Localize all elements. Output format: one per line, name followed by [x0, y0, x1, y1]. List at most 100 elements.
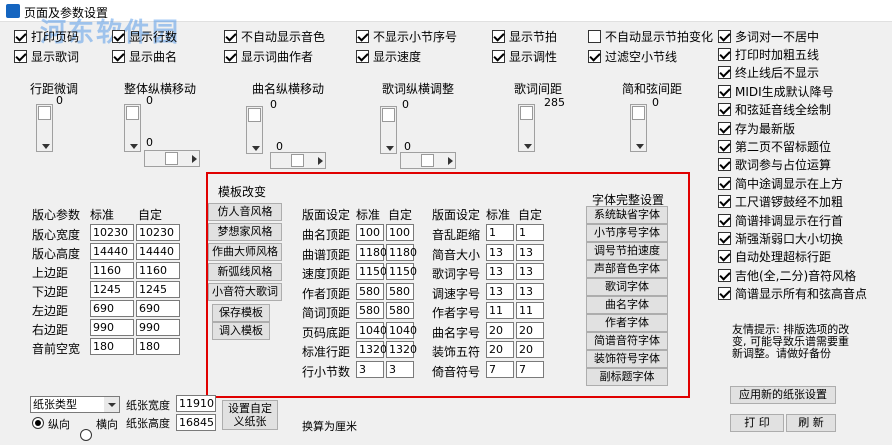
checkbox[interactable] [718, 213, 731, 227]
right-checkbox-item[interactable]: 存为最新版 [718, 120, 795, 136]
std-value-input[interactable]: 1040 [356, 321, 387, 339]
template-style-button[interactable]: 新弧线风格 [208, 263, 282, 281]
print-button[interactable]: 打 印 [730, 414, 784, 432]
chord-gap-scroll[interactable] [630, 104, 647, 152]
checkbox[interactable] [718, 268, 731, 282]
top-checkbox-item[interactable]: 显示节拍 [492, 28, 557, 44]
custom-value-input[interactable]: 1040 [386, 321, 417, 339]
checkbox[interactable] [356, 49, 369, 63]
save-template-button[interactable]: 保存模板 [212, 304, 270, 322]
std-value-input[interactable]: 7 [486, 360, 514, 378]
checkbox[interactable] [718, 231, 731, 245]
std-value-input[interactable]: 580 [356, 302, 384, 319]
std-value-input[interactable]: 1150 [356, 263, 387, 280]
checkbox[interactable] [588, 29, 601, 43]
apply-paper-button[interactable]: 应用新的纸张设置 [730, 386, 836, 404]
font-setting-button[interactable]: 系统缺省字体 [586, 206, 668, 224]
custom-value-input[interactable]: 580 [386, 282, 414, 300]
checkbox[interactable] [492, 49, 505, 63]
custom-value-input[interactable]: 13 [516, 243, 544, 261]
std-value-input[interactable]: 990 [90, 319, 134, 336]
checkbox[interactable] [718, 250, 731, 264]
template-style-button[interactable]: 作曲大师风格 [208, 243, 282, 261]
custom-value-input[interactable]: 13 [516, 263, 544, 280]
right-checkbox-item[interactable]: 自动处理超标行距 [718, 249, 831, 265]
custom-paper-button[interactable]: 设置自定义纸张 [222, 400, 278, 430]
checkbox[interactable] [718, 121, 731, 135]
custom-value-input[interactable]: 990 [136, 319, 180, 336]
font-setting-button[interactable]: 简谱音符字体 [586, 332, 668, 350]
std-value-input[interactable]: 1245 [90, 281, 134, 298]
font-setting-button[interactable]: 调号节拍速度 [586, 242, 668, 260]
custom-value-input[interactable]: 3 [386, 360, 414, 378]
custom-value-input[interactable]: 580 [386, 302, 414, 319]
paper-height-input[interactable]: 16845 [176, 414, 216, 431]
std-value-input[interactable]: 180 [90, 338, 134, 355]
portrait-radio[interactable] [32, 417, 44, 429]
std-value-input[interactable]: 14440 [90, 243, 134, 260]
template-style-button[interactable]: 小音符大歌词 [208, 283, 282, 301]
custom-value-input[interactable]: 1160 [136, 262, 180, 279]
std-value-input[interactable]: 1180 [356, 243, 387, 261]
custom-value-input[interactable]: 10230 [136, 224, 180, 241]
row-fine-scroll[interactable] [36, 104, 53, 152]
std-value-input[interactable]: 13 [486, 243, 514, 261]
custom-value-input[interactable]: 1245 [136, 281, 180, 298]
std-value-input[interactable]: 11 [486, 302, 514, 319]
checkbox[interactable] [718, 287, 731, 301]
std-value-input[interactable]: 1 [486, 224, 514, 241]
std-value-input[interactable]: 690 [90, 300, 134, 317]
paper-type-select[interactable]: 纸张类型 [30, 396, 120, 413]
landscape-radio[interactable] [80, 429, 92, 441]
right-checkbox-item[interactable]: 渐强渐弱口大小切换 [718, 230, 843, 246]
top-checkbox-item[interactable]: 不自动显示节拍变化 [588, 28, 713, 44]
right-checkbox-item[interactable]: 简谱排调显示在行首 [718, 212, 843, 228]
right-checkbox-item[interactable]: 和弦延音线全绘制 [718, 102, 831, 118]
checkbox[interactable] [718, 176, 731, 190]
top-checkbox-item[interactable]: 显示调性 [492, 48, 557, 64]
right-checkbox-item[interactable]: 打印时加粗五线 [718, 46, 819, 62]
lyric-gap-scroll[interactable] [518, 104, 535, 152]
top-checkbox-item[interactable]: 显示歌词 [14, 48, 79, 64]
right-checkbox-item[interactable]: 简中途调显示在上方 [718, 175, 843, 191]
right-checkbox-item[interactable]: 多词对一不居中 [718, 28, 819, 44]
checkbox[interactable] [718, 66, 731, 80]
top-checkbox-item[interactable]: 显示速度 [356, 48, 421, 64]
paper-width-input[interactable]: 11910 [176, 395, 216, 412]
checkbox[interactable] [112, 49, 125, 63]
std-value-input[interactable]: 580 [356, 282, 384, 300]
checkbox[interactable] [718, 29, 731, 43]
right-checkbox-item[interactable]: 简谱显示所有和弦高音点 [718, 286, 867, 302]
top-checkbox-item[interactable]: 显示行数 [112, 28, 177, 44]
top-checkbox-item[interactable]: 不自动显示音色 [224, 28, 325, 44]
title-move-hscroll[interactable] [270, 152, 326, 169]
std-value-input[interactable]: 13 [486, 263, 514, 280]
font-setting-button[interactable]: 歌词字体 [586, 278, 668, 296]
std-value-input[interactable]: 3 [356, 360, 384, 378]
checkbox[interactable] [14, 29, 27, 43]
font-setting-button[interactable]: 小节序号字体 [586, 224, 668, 242]
refresh-button[interactable]: 刷 新 [786, 414, 836, 432]
custom-value-input[interactable]: 1 [516, 224, 544, 241]
checkbox[interactable] [718, 139, 731, 153]
custom-value-input[interactable]: 14440 [136, 243, 180, 260]
checkbox[interactable] [718, 195, 731, 209]
std-value-input[interactable]: 20 [486, 341, 514, 358]
lyric-adj-vscroll[interactable] [380, 106, 397, 154]
custom-value-input[interactable]: 1150 [386, 263, 417, 280]
checkbox[interactable] [492, 29, 505, 43]
checkbox[interactable] [112, 29, 125, 43]
custom-value-input[interactable]: 100 [386, 224, 414, 241]
checkbox[interactable] [224, 49, 237, 63]
template-style-button[interactable]: 仿人音风格 [208, 203, 282, 221]
checkbox[interactable] [356, 29, 369, 43]
checkbox[interactable] [718, 158, 731, 172]
std-value-input[interactable]: 20 [486, 321, 514, 339]
custom-value-input[interactable]: 180 [136, 338, 180, 355]
custom-value-input[interactable]: 1320 [386, 341, 417, 358]
checkbox[interactable] [718, 47, 731, 61]
right-checkbox-item[interactable]: 终止线后不显示 [718, 65, 819, 81]
top-checkbox-item[interactable]: 显示词曲作者 [224, 48, 313, 64]
right-checkbox-item[interactable]: 第二页不留标题位 [718, 138, 831, 154]
custom-value-input[interactable]: 11 [516, 302, 544, 319]
